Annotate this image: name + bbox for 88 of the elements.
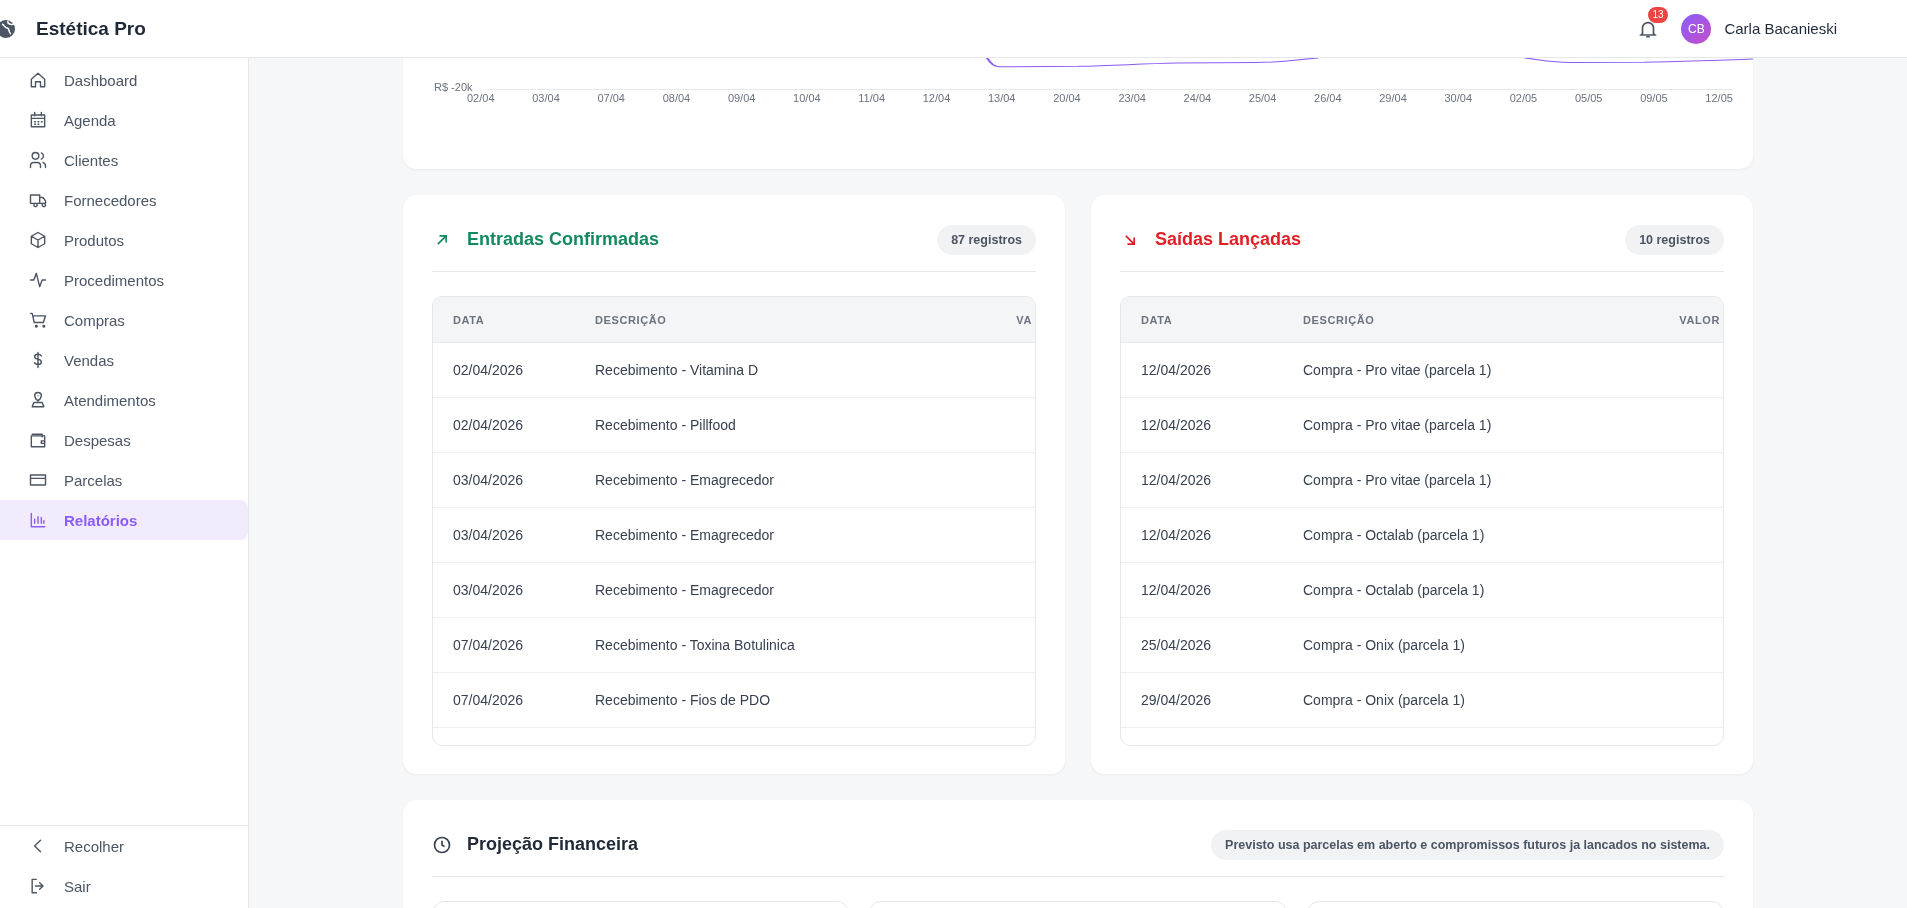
sidebar-item[interactable]: Fornecedores [0, 180, 248, 220]
table-cell-text: 02/04/2026 [453, 417, 525, 433]
axis-label: 07/04 [597, 92, 625, 104]
column-header: DESCRIÇÃO [595, 313, 668, 326]
panel-title: Projeção Financeira [467, 834, 639, 855]
sidebar-item[interactable]: Parcelas [0, 460, 248, 500]
info-note: Previsto usa parcelas em aberto e compromissos futuros ja lancados no sistema. [1211, 829, 1724, 860]
user-name[interactable]: Carla Bacanieski [1724, 20, 1837, 37]
sidebar-item[interactable]: Compras [0, 300, 248, 340]
sidebar-item[interactable]: Atendimentos [0, 380, 248, 420]
clock-icon [432, 834, 452, 855]
sidebar-item[interactable]: Procedimentos [0, 260, 248, 300]
notification-badge: 13 [1648, 6, 1668, 23]
table-cell-text: Compra - Octalab (parcela 1) [1303, 527, 1486, 543]
sidebar-item[interactable]: Agenda [0, 100, 248, 140]
table-cell-text: Recebimento - Toxina Botulinica [595, 637, 796, 653]
axis-label: R$ -20k [434, 81, 473, 93]
table-cell-text: 12/04/2026 [1141, 362, 1213, 378]
sidebar-item[interactable]: Produtos [0, 220, 248, 260]
table-cell-text: 12/04/2026 [1141, 527, 1213, 543]
bar-chart-icon [28, 510, 48, 530]
column-header: DATA [453, 313, 486, 326]
column-header: VALOR [1679, 313, 1721, 326]
table-cell-text: 12/04/2026 [1141, 472, 1213, 488]
calendar-icon [28, 110, 48, 130]
axis-label: 02/04 [467, 92, 495, 104]
table-cell-text: 12/04/2026 [1141, 582, 1213, 598]
wallet-icon [28, 430, 48, 450]
home-icon [28, 70, 48, 90]
table-cell-text: Recebimento - Vitamina D [595, 362, 760, 378]
sidebar-item[interactable]: Clientes [0, 140, 248, 180]
column-header: DESCRIÇÃO [1303, 313, 1376, 326]
axis-label: 02/05 [1509, 92, 1538, 104]
table-cell-text: Recebimento - Emagrecedor [595, 582, 775, 598]
user-avatar[interactable]: CB [1681, 13, 1712, 44]
cart-icon [28, 310, 48, 330]
table-cell-text: 29/04/2026 [1141, 692, 1213, 708]
app-name: Estética Pro [36, 17, 146, 40]
column-header: DATA [1141, 313, 1174, 326]
axis-label: 11/04 [858, 92, 886, 104]
axis-label: 20/04 [1053, 92, 1081, 104]
sidebar-item[interactable]: Vendas [0, 340, 248, 380]
sidebar-item[interactable]: Despesas [0, 420, 248, 460]
sidebar-item[interactable]: Dashboard [0, 60, 248, 100]
table-cell-text: Recebimento - Emagrecedor [595, 527, 775, 543]
table-cell-text: 07/04/2026 [453, 637, 525, 653]
table-cell-text: 03/04/2026 [453, 472, 525, 488]
sidebar-item[interactable]: Sair [0, 866, 248, 906]
axis-label: 08/04 [662, 92, 691, 104]
pulse-icon [28, 270, 48, 290]
table-cell-text: Compra - Pro vitae (parcela 1) [1303, 362, 1493, 378]
axis-label: 30/04 [1444, 92, 1472, 104]
axis-label: 23/04 [1118, 92, 1146, 104]
table-cell-text: 25/04/2026 [1141, 637, 1213, 653]
table-cell-text: Recebimento - Fios de PDO [595, 692, 772, 708]
axis-label: 03/04 [532, 92, 560, 104]
table-cell-text: 07/04/2026 [453, 692, 525, 708]
axis-label: 26/04 [1314, 92, 1342, 104]
table-cell-text: Compra - Pro vitae (parcela 1) [1303, 472, 1493, 488]
panel-title: Saídas Lançadas [1155, 229, 1302, 250]
axis-label: 09/05 [1640, 92, 1668, 104]
axis-label: 12/04 [922, 92, 951, 104]
table-cell-text: 03/04/2026 [453, 527, 525, 543]
table-cell-text: Compra - Onix (parcela 1) [1303, 637, 1466, 653]
panel-title: Entradas Confirmadas [467, 229, 660, 250]
sidebar-item[interactable]: Relatórios [0, 500, 248, 540]
sidebar-item[interactable]: Recolher [0, 826, 248, 866]
table-cell-text: Recebimento - Pillfood [595, 417, 737, 433]
table-cell-text: 12/04/2026 [1141, 417, 1213, 433]
table-cell-text: Compra - Octalab (parcela 1) [1303, 582, 1486, 598]
table-cell-text: Compra - Onix (parcela 1) [1303, 692, 1466, 708]
column-header: VA [1016, 313, 1033, 326]
axis-label: 12/05 [1705, 92, 1733, 104]
users-icon [28, 150, 48, 170]
axis-label: 25/04 [1248, 92, 1277, 104]
record-count: 10 registros [1625, 224, 1724, 255]
axis-label: 24/04 [1183, 92, 1212, 104]
box-icon [28, 230, 48, 250]
table-cell-text: Recebimento - Emagrecedor [595, 472, 775, 488]
table-cell-text: 03/04/2026 [453, 582, 525, 598]
table-cell-text: 02/04/2026 [453, 362, 525, 378]
axis-label: 05/05 [1574, 92, 1603, 104]
record-count: 87 registros [937, 224, 1036, 255]
axis-label: 29/04 [1379, 92, 1407, 104]
axis-label: 09/04 [727, 92, 756, 104]
table-cell-text: Compra - Pro vitae (parcela 1) [1303, 417, 1493, 433]
axis-label: 10/04 [793, 92, 821, 104]
axis-label: 13/04 [987, 92, 1016, 104]
